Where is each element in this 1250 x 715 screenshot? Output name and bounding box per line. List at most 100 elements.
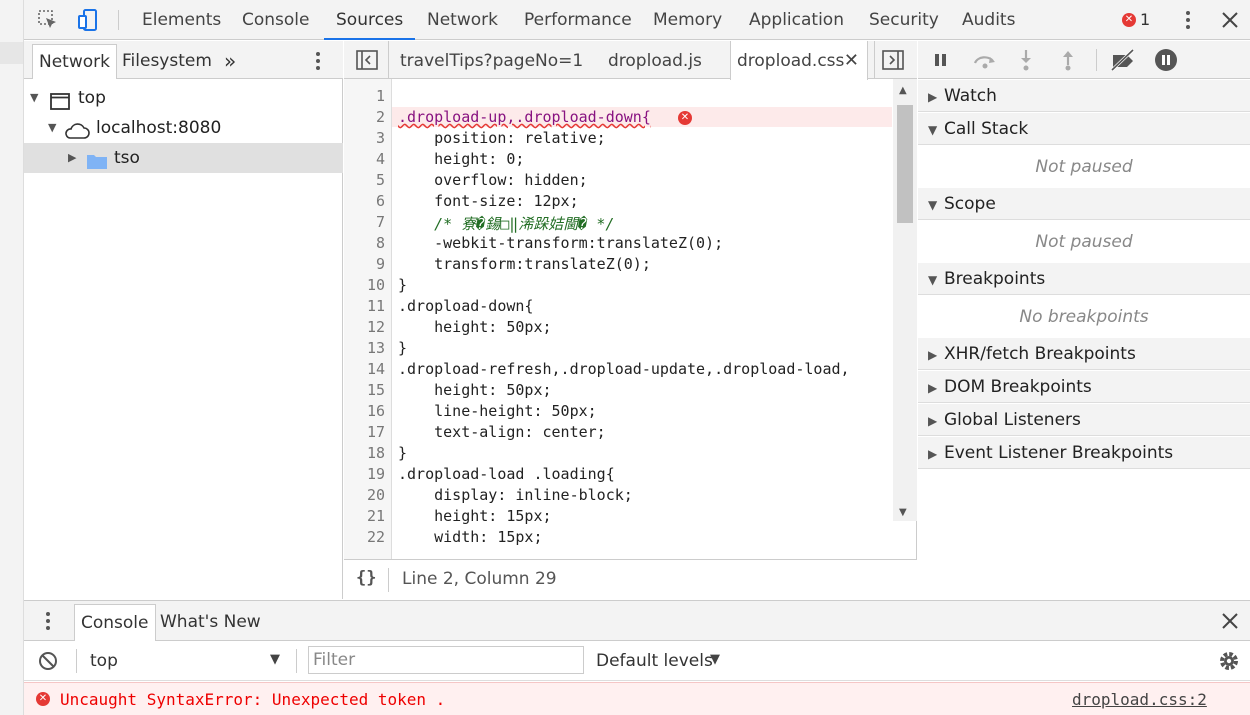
deactivate-breakpoints-icon[interactable]	[1109, 48, 1137, 76]
scroll-up-arrow-icon[interactable]: ▲	[899, 85, 907, 96]
navigator-tab-filesystem[interactable]: Filesystem	[116, 44, 218, 79]
line-number[interactable]: 16	[345, 402, 385, 420]
line-number[interactable]: 20	[345, 486, 385, 504]
code-line[interactable]: height: 15px;	[398, 507, 551, 525]
code-line[interactable]: height: 50px;	[398, 318, 551, 336]
pane-breakpoints[interactable]: ▼ Breakpoints	[918, 263, 1250, 295]
line-number[interactable]: 2	[345, 108, 385, 126]
vertical-scrollbar[interactable]: ▲ ▼	[893, 79, 917, 521]
code-line[interactable]: height: 0;	[398, 150, 524, 168]
code-line[interactable]: .dropload-refresh,.dropload-update,.drop…	[398, 360, 850, 378]
line-number[interactable]: 4	[345, 150, 385, 168]
editor-tab-traveltips[interactable]: travelTips?pageNo=1	[400, 41, 583, 79]
tab-audits[interactable]: Audits	[962, 0, 1015, 40]
line-number[interactable]: 1	[345, 87, 385, 105]
pretty-print-icon[interactable]: {}	[356, 568, 376, 588]
step-over-icon[interactable]	[972, 51, 998, 74]
editor-tab-dropload-js[interactable]: dropload.js	[608, 41, 702, 79]
pane-dom-breakpoints[interactable]: ▶ DOM Breakpoints	[918, 371, 1250, 403]
code-line[interactable]: height: 50px;	[398, 381, 551, 399]
line-number[interactable]: 9	[345, 255, 385, 273]
pane-call-stack[interactable]: ▼ Call Stack	[918, 113, 1250, 145]
context-select[interactable]: top ▼	[84, 641, 290, 681]
console-settings-gear-icon[interactable]	[1218, 650, 1240, 677]
code-line[interactable]: }	[398, 276, 407, 294]
tab-memory[interactable]: Memory	[653, 0, 722, 40]
code-line[interactable]: .dropload-down{	[398, 297, 533, 315]
code-line[interactable]: display: inline-block;	[398, 486, 633, 504]
code-line[interactable]: font-size: 12px;	[398, 192, 579, 210]
line-number[interactable]: 14	[345, 360, 385, 378]
code-line[interactable]: }	[398, 444, 407, 462]
line-number[interactable]: 5	[345, 171, 385, 189]
pause-on-exceptions-icon[interactable]	[1154, 48, 1178, 77]
line-number[interactable]: 6	[345, 192, 385, 210]
navigator-menu-icon[interactable]	[315, 51, 321, 76]
line-number[interactable]: 18	[345, 444, 385, 462]
code-line[interactable]: width: 15px;	[398, 528, 542, 546]
close-tab-icon[interactable]: ✕	[844, 41, 859, 81]
pane-scope[interactable]: ▼ Scope	[918, 188, 1250, 220]
console-filter-input[interactable]	[308, 646, 584, 674]
code-line[interactable]: text-align: center;	[398, 423, 606, 441]
line-number[interactable]: 13	[345, 339, 385, 357]
pause-icon[interactable]	[934, 52, 948, 73]
code-area[interactable]: 1 2 3 4 5 6 7 8 9 10 11 12 13 14 15 16 1…	[344, 79, 917, 559]
toggle-debugger-icon[interactable]	[882, 49, 904, 76]
tree-item-localhost[interactable]: ▼ localhost:8080	[24, 113, 343, 143]
scroll-down-arrow-icon[interactable]: ▼	[899, 507, 907, 518]
more-tabs-icon[interactable]: »	[218, 44, 242, 79]
drawer-tab-console[interactable]: Console	[74, 604, 156, 641]
tab-console[interactable]: Console	[242, 0, 310, 40]
line-number[interactable]: 12	[345, 318, 385, 336]
line-number[interactable]: 17	[345, 423, 385, 441]
more-menu-icon[interactable]	[1176, 8, 1200, 32]
line-number[interactable]: 3	[345, 129, 385, 147]
code-line-comment[interactable]: /* 寮�鍚□‖浠跺姞閫� */	[398, 213, 614, 234]
tab-elements[interactable]: Elements	[142, 0, 221, 40]
line-number[interactable]: 22	[345, 528, 385, 546]
line-number[interactable]: 19	[345, 465, 385, 483]
close-devtools-icon[interactable]	[1218, 8, 1242, 32]
tab-network[interactable]: Network	[427, 0, 498, 40]
code-line-error[interactable]: .dropload-up,.dropload-down{	[398, 108, 651, 126]
step-into-icon[interactable]	[1019, 49, 1033, 76]
code-line[interactable]: }	[398, 339, 407, 357]
line-number[interactable]: 11	[345, 297, 385, 315]
pane-event-listener-breakpoints[interactable]: ▶ Event Listener Breakpoints	[918, 437, 1250, 469]
code-line[interactable]: overflow: hidden;	[398, 171, 588, 189]
tab-sources[interactable]: Sources	[324, 0, 416, 40]
close-drawer-icon[interactable]	[1221, 612, 1239, 635]
tree-item-top[interactable]: ▼ top	[24, 83, 343, 113]
code-line[interactable]: transform:translateZ(0);	[398, 255, 651, 273]
clear-console-icon[interactable]	[38, 651, 58, 676]
error-source-link[interactable]: dropload.css:2	[1072, 683, 1207, 715]
line-number[interactable]: 21	[345, 507, 385, 525]
tab-application[interactable]: Application	[749, 0, 844, 40]
tab-security[interactable]: Security	[869, 0, 939, 40]
pane-watch[interactable]: ▶ Watch	[918, 80, 1250, 112]
line-error-icon[interactable]: ✕	[678, 111, 692, 125]
tab-performance[interactable]: Performance	[524, 0, 632, 40]
drawer-tab-whats-new[interactable]: What's New	[154, 604, 267, 641]
navigator-tab-network[interactable]: Network	[32, 44, 117, 79]
inspect-element-icon[interactable]	[36, 8, 60, 32]
vertical-scroll-thumb[interactable]	[897, 105, 913, 223]
pane-xhr-breakpoints[interactable]: ▶ XHR/fetch Breakpoints	[918, 338, 1250, 370]
toggle-navigator-icon[interactable]	[356, 49, 378, 76]
code-line[interactable]: .dropload-load .loading{	[398, 465, 615, 483]
line-number[interactable]: 7	[345, 213, 385, 231]
code-line[interactable]: -webkit-transform:translateZ(0);	[398, 234, 723, 252]
line-number-gutter[interactable]: 1 2 3 4 5 6 7 8 9 10 11 12 13 14 15 16 1…	[344, 79, 392, 559]
drawer-menu-icon[interactable]	[45, 611, 51, 636]
tree-item-tso[interactable]: ▶ tso	[24, 143, 343, 173]
line-number[interactable]: 8	[345, 234, 385, 252]
line-number[interactable]: 15	[345, 381, 385, 399]
error-counter[interactable]: ✕ 1	[1122, 10, 1150, 29]
step-out-icon[interactable]	[1061, 49, 1075, 76]
editor-tab-dropload-css[interactable]: dropload.css ✕	[730, 41, 868, 80]
code-line[interactable]: position: relative;	[398, 129, 606, 147]
device-toolbar-icon[interactable]	[76, 8, 100, 32]
pane-global-listeners[interactable]: ▶ Global Listeners	[918, 404, 1250, 436]
code-line[interactable]: line-height: 50px;	[398, 402, 597, 420]
